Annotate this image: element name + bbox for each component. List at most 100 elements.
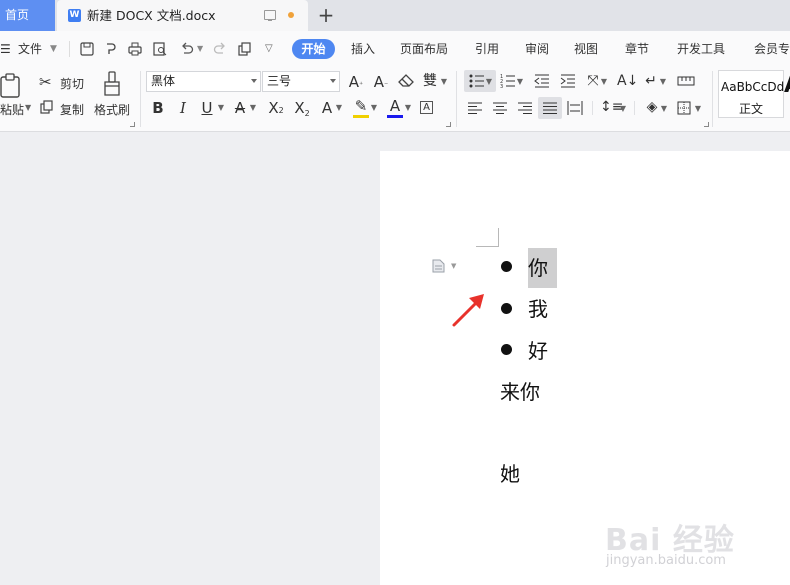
distributed-align-icon[interactable]	[567, 101, 583, 115]
save-icon[interactable]	[80, 42, 94, 56]
undo-chevron-icon[interactable]: ▼	[197, 31, 203, 67]
unsaved-dot-icon	[288, 12, 294, 18]
font-color-chevron-icon[interactable]: ▼	[404, 99, 412, 117]
body-paragraph[interactable]: 来你	[500, 380, 540, 404]
paste-chevron-icon[interactable]: ▼	[25, 103, 31, 112]
strikethrough-chevron-icon[interactable]: ▼	[249, 99, 257, 117]
cut-button[interactable]: 剪切	[60, 75, 84, 92]
paragraph-handle-chevron-icon[interactable]: ▼	[451, 262, 456, 270]
align-center-icon[interactable]	[493, 102, 507, 114]
numbering-chevron-icon[interactable]: ▼	[516, 73, 524, 91]
character-border-icon[interactable]: A	[420, 101, 433, 114]
print-icon[interactable]	[128, 42, 142, 56]
copy-button[interactable]: 复制	[60, 101, 84, 118]
line-spacing-chevron-icon[interactable]: ▼	[619, 100, 627, 118]
highlight-icon[interactable]: ✎	[352, 97, 370, 115]
menu-bar: ☰ 文件 ▼ ▼ ▽ 开始 插入 页面布局 引用 审阅 视图 章节 开发工具 会…	[0, 31, 790, 67]
paste-button-label[interactable]: 粘贴	[0, 101, 24, 118]
bullets-chevron-icon[interactable]: ▼	[485, 73, 493, 91]
clear-formatting-icon[interactable]	[398, 74, 414, 88]
ruler-icon[interactable]	[677, 75, 695, 87]
chinese-layout-chevron-icon[interactable]: ▼	[600, 73, 608, 91]
borders-icon[interactable]	[677, 101, 691, 115]
shrink-font-icon[interactable]: A⁻	[371, 73, 391, 94]
clipboard-dialog-launcher-icon[interactable]	[130, 122, 135, 127]
justify-icon[interactable]	[543, 102, 557, 114]
tab-member[interactable]: 会员专	[754, 31, 790, 67]
phonetic-guide-icon[interactable]: 雙	[421, 72, 439, 90]
grow-font-icon[interactable]: A⁺	[346, 73, 366, 94]
new-tab-button[interactable]: +	[317, 4, 335, 26]
format-painter-button[interactable]: 格式刷	[94, 101, 130, 118]
underline-chevron-icon[interactable]: ▼	[217, 99, 225, 117]
italic-icon[interactable]: I	[175, 99, 191, 117]
style-preview-text: AaBbCcDd	[721, 80, 785, 94]
svg-text:3: 3	[500, 84, 503, 88]
list-item[interactable]: 好	[528, 339, 548, 363]
text-effects-chevron-icon[interactable]: ▼	[335, 99, 343, 117]
text-effects-icon[interactable]: A	[318, 99, 336, 117]
menu-hamburger-icon[interactable]: ☰	[0, 31, 11, 67]
decrease-indent-icon[interactable]	[534, 74, 550, 88]
line-spacing-icon[interactable]: ↕≡	[600, 98, 623, 116]
tab-page-layout[interactable]: 页面布局	[400, 31, 448, 67]
document-tab[interactable]: W 新建 DOCX 文档.docx	[57, 0, 308, 31]
tab-review[interactable]: 审阅	[525, 31, 549, 67]
bold-icon[interactable]: B	[150, 99, 166, 117]
baidu-watermark-url: jingyan.baidu.com	[606, 553, 726, 568]
bullet-list-icon[interactable]	[469, 74, 485, 88]
body-paragraph[interactable]: 她	[500, 462, 520, 486]
tab-developer-tools[interactable]: 开发工具	[677, 31, 725, 67]
wps-writer-icon: W	[68, 9, 81, 22]
style-name-label: 正文	[739, 102, 764, 116]
show-marks-icon[interactable]: ↵	[642, 72, 660, 90]
shading-chevron-icon[interactable]: ▼	[660, 100, 668, 118]
align-left-icon[interactable]	[468, 102, 482, 114]
show-marks-chevron-icon[interactable]: ▼	[659, 73, 667, 91]
font-size-select[interactable]: 三号	[262, 71, 340, 92]
align-right-icon[interactable]	[518, 102, 532, 114]
font-family-select[interactable]: 黑体	[146, 71, 261, 92]
tab-view[interactable]: 视图	[574, 31, 598, 67]
tab-section[interactable]: 章节	[625, 31, 649, 67]
home-tab[interactable]: 首页	[0, 0, 55, 31]
phonetic-chevron-icon[interactable]: ▼	[440, 73, 448, 91]
undo-icon[interactable]	[180, 42, 194, 56]
export-pdf-icon[interactable]	[104, 42, 118, 56]
shading-icon[interactable]: ◈	[643, 98, 661, 116]
highlight-chevron-icon[interactable]: ▼	[370, 99, 378, 117]
paste-icon[interactable]	[0, 73, 22, 99]
copy-icon[interactable]	[40, 100, 54, 114]
increase-indent-icon[interactable]	[560, 74, 576, 88]
format-painter-icon[interactable]	[102, 71, 122, 97]
superscript-icon[interactable]: X2	[266, 99, 286, 120]
paragraph-dialog-launcher-icon[interactable]	[704, 122, 709, 127]
monitor-icon[interactable]	[264, 10, 276, 21]
font-dialog-launcher-icon[interactable]	[446, 122, 451, 127]
file-menu-chevron-icon[interactable]: ▼	[50, 31, 57, 67]
list-item[interactable]: 你	[528, 256, 548, 280]
paragraph-handle-icon[interactable]	[432, 259, 445, 273]
next-style-preview[interactable]: A	[784, 72, 790, 100]
list-item[interactable]: 我	[528, 297, 548, 321]
ribbon-divider	[592, 101, 593, 115]
underline-icon[interactable]: U	[199, 99, 215, 117]
borders-chevron-icon[interactable]: ▼	[694, 100, 702, 118]
file-menu[interactable]: 文件	[18, 31, 42, 67]
numbered-list-icon[interactable]: 123	[500, 74, 516, 88]
font-color-icon[interactable]: A	[386, 97, 404, 115]
scissors-icon[interactable]: ✂	[39, 73, 52, 91]
customize-quick-access-icon[interactable]: ▽	[265, 31, 273, 67]
style-normal-tile[interactable]: AaBbCcDd 正文	[718, 70, 784, 118]
print-preview-icon[interactable]	[153, 42, 167, 56]
subscript-icon[interactable]: X2	[292, 99, 312, 123]
redo-icon[interactable]	[213, 42, 227, 56]
sort-icon[interactable]: A↓	[617, 72, 638, 90]
ribbon-divider	[712, 71, 713, 127]
strikethrough-icon[interactable]: A	[232, 99, 248, 117]
tab-references[interactable]: 引用	[475, 31, 499, 67]
tab-start[interactable]: 开始	[292, 39, 335, 59]
tab-insert[interactable]: 插入	[351, 31, 375, 67]
margin-corner-mark	[476, 228, 499, 247]
copy-format-icon[interactable]	[238, 42, 252, 56]
